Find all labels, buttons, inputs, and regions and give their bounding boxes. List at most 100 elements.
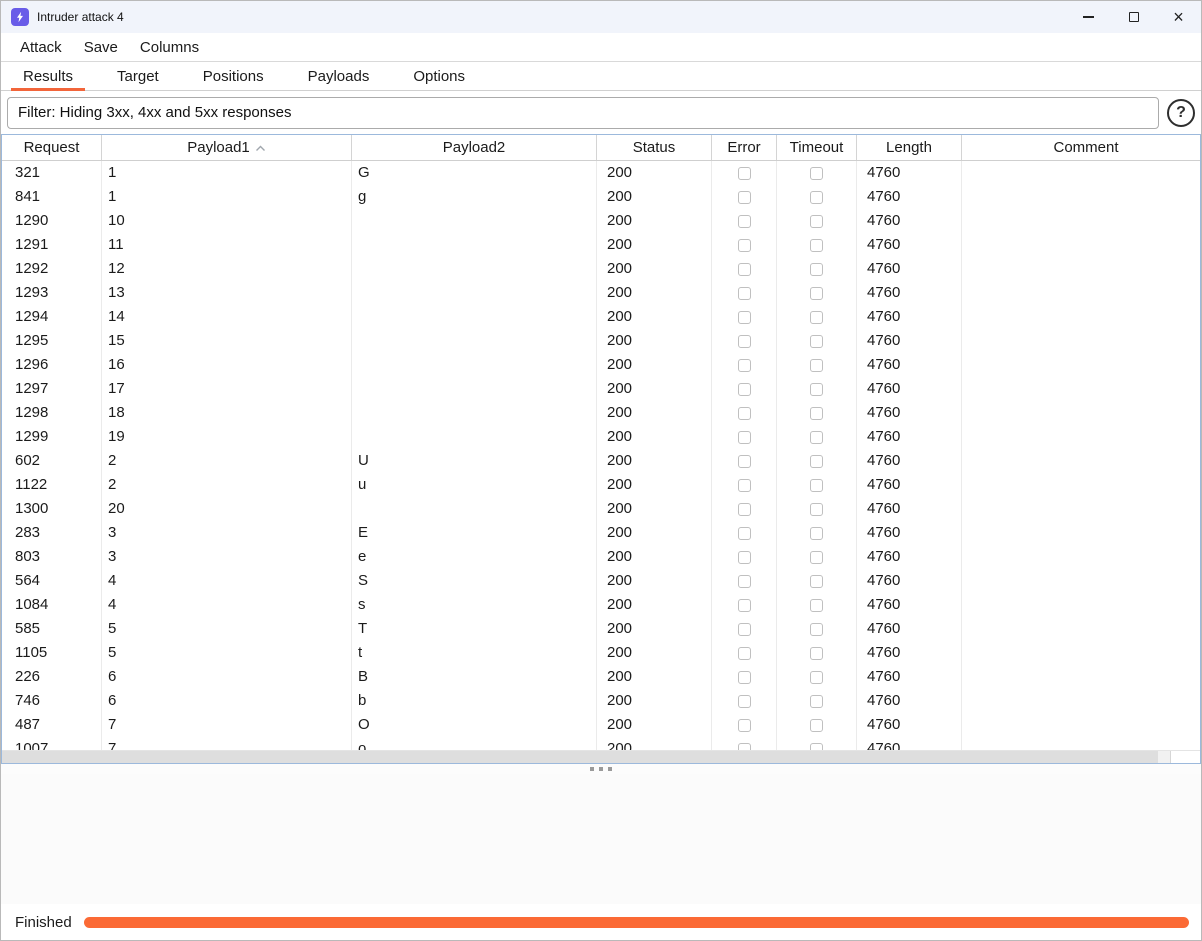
scrollbar-track[interactable]	[2, 751, 1170, 763]
error-checkbox[interactable]	[738, 671, 751, 684]
result-row[interactable]: 1293132004760	[2, 281, 1200, 305]
timeout-checkbox[interactable]	[810, 335, 823, 348]
timeout-checkbox[interactable]	[810, 263, 823, 276]
column-header-error[interactable]: Error	[712, 135, 777, 160]
result-row[interactable]: 5855T2004760	[2, 617, 1200, 641]
timeout-checkbox[interactable]	[810, 383, 823, 396]
result-row[interactable]: 1294142004760	[2, 305, 1200, 329]
result-row[interactable]: 8033e2004760	[2, 545, 1200, 569]
result-row[interactable]: 2833E2004760	[2, 521, 1200, 545]
timeout-checkbox[interactable]	[810, 431, 823, 444]
result-row[interactable]: 10077o2004760	[2, 737, 1200, 750]
result-row[interactable]: 5644S2004760	[2, 569, 1200, 593]
result-row[interactable]: 3211G2004760	[2, 161, 1200, 185]
tab-positions[interactable]: Positions	[191, 62, 276, 90]
result-row[interactable]: 1296162004760	[2, 353, 1200, 377]
timeout-checkbox[interactable]	[810, 575, 823, 588]
column-header-request[interactable]: Request	[2, 135, 102, 160]
tab-results[interactable]: Results	[11, 62, 85, 90]
error-checkbox[interactable]	[738, 695, 751, 708]
timeout-checkbox[interactable]	[810, 311, 823, 324]
column-header-timeout[interactable]: Timeout	[777, 135, 857, 160]
menu-attack[interactable]: Attack	[11, 36, 71, 59]
error-checkbox[interactable]	[738, 623, 751, 636]
result-row[interactable]: 1292122004760	[2, 257, 1200, 281]
error-checkbox[interactable]	[738, 527, 751, 540]
column-header-length[interactable]: Length	[857, 135, 962, 160]
result-row[interactable]: 10844s2004760	[2, 593, 1200, 617]
result-row[interactable]: 2266B2004760	[2, 665, 1200, 689]
column-header-comment[interactable]: Comment	[962, 135, 1200, 160]
result-row[interactable]: 1299192004760	[2, 425, 1200, 449]
timeout-checkbox[interactable]	[810, 551, 823, 564]
timeout-checkbox[interactable]	[810, 719, 823, 732]
column-header-status[interactable]: Status	[597, 135, 712, 160]
menu-columns[interactable]: Columns	[131, 36, 208, 59]
result-row[interactable]: 11222u2004760	[2, 473, 1200, 497]
maximize-button[interactable]	[1111, 1, 1156, 33]
timeout-checkbox[interactable]	[810, 455, 823, 468]
error-checkbox[interactable]	[738, 431, 751, 444]
error-checkbox[interactable]	[738, 743, 751, 751]
error-checkbox[interactable]	[738, 575, 751, 588]
error-checkbox[interactable]	[738, 551, 751, 564]
result-row[interactable]: 1295152004760	[2, 329, 1200, 353]
result-row[interactable]: 8411g2004760	[2, 185, 1200, 209]
minimize-button[interactable]	[1066, 1, 1111, 33]
result-row[interactable]: 1297172004760	[2, 377, 1200, 401]
panel-splitter[interactable]	[1, 764, 1201, 774]
timeout-checkbox[interactable]	[810, 407, 823, 420]
error-checkbox[interactable]	[738, 719, 751, 732]
timeout-checkbox[interactable]	[810, 287, 823, 300]
error-checkbox[interactable]	[738, 455, 751, 468]
timeout-checkbox[interactable]	[810, 695, 823, 708]
result-row[interactable]: 7466b2004760	[2, 689, 1200, 713]
tab-payloads[interactable]: Payloads	[296, 62, 382, 90]
timeout-checkbox[interactable]	[810, 215, 823, 228]
timeout-checkbox[interactable]	[810, 191, 823, 204]
error-checkbox[interactable]	[738, 215, 751, 228]
timeout-checkbox[interactable]	[810, 479, 823, 492]
error-checkbox[interactable]	[738, 167, 751, 180]
column-header-payload1[interactable]: Payload1	[102, 135, 352, 160]
result-row[interactable]: 6022U2004760	[2, 449, 1200, 473]
error-checkbox[interactable]	[738, 287, 751, 300]
result-row[interactable]: 1300202004760	[2, 497, 1200, 521]
timeout-checkbox[interactable]	[810, 647, 823, 660]
tab-options[interactable]: Options	[401, 62, 477, 90]
timeout-checkbox[interactable]	[810, 503, 823, 516]
error-checkbox[interactable]	[738, 383, 751, 396]
tab-target[interactable]: Target	[105, 62, 171, 90]
timeout-checkbox[interactable]	[810, 527, 823, 540]
error-checkbox[interactable]	[738, 335, 751, 348]
result-row[interactable]: 1298182004760	[2, 401, 1200, 425]
column-header-payload2[interactable]: Payload2	[352, 135, 597, 160]
error-checkbox[interactable]	[738, 239, 751, 252]
close-button[interactable]: ×	[1156, 1, 1201, 33]
result-row[interactable]: 4877O2004760	[2, 713, 1200, 737]
timeout-checkbox[interactable]	[810, 623, 823, 636]
timeout-checkbox[interactable]	[810, 167, 823, 180]
filter-summary[interactable]: Filter: Hiding 3xx, 4xx and 5xx response…	[7, 97, 1159, 129]
menu-save[interactable]: Save	[75, 36, 127, 59]
timeout-checkbox[interactable]	[810, 599, 823, 612]
result-row[interactable]: 11055t2004760	[2, 641, 1200, 665]
horizontal-scrollbar[interactable]	[2, 750, 1200, 763]
error-checkbox[interactable]	[738, 191, 751, 204]
timeout-checkbox[interactable]	[810, 239, 823, 252]
result-row[interactable]: 1290102004760	[2, 209, 1200, 233]
error-checkbox[interactable]	[738, 647, 751, 660]
error-checkbox[interactable]	[738, 407, 751, 420]
timeout-checkbox[interactable]	[810, 743, 823, 751]
timeout-checkbox[interactable]	[810, 359, 823, 372]
error-checkbox[interactable]	[738, 599, 751, 612]
error-checkbox[interactable]	[738, 359, 751, 372]
error-checkbox[interactable]	[738, 479, 751, 492]
help-button[interactable]: ?	[1167, 99, 1195, 127]
scrollbar-thumb[interactable]	[2, 751, 1158, 763]
error-checkbox[interactable]	[738, 263, 751, 276]
result-row[interactable]: 1291112004760	[2, 233, 1200, 257]
error-checkbox[interactable]	[738, 503, 751, 516]
error-checkbox[interactable]	[738, 311, 751, 324]
timeout-checkbox[interactable]	[810, 671, 823, 684]
